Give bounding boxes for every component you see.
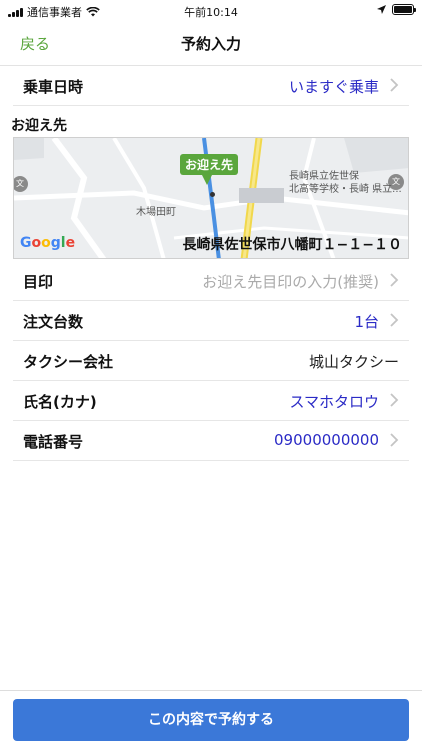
battery-fill — [394, 6, 412, 13]
chevron-right-icon — [390, 393, 399, 407]
reserve-button[interactable]: この内容で予約する — [13, 699, 409, 741]
phone-value: 09000000000 — [274, 431, 379, 449]
status-bar: 通信事業者 午前10:14 — [0, 0, 422, 22]
pickup-map[interactable]: 文 文 長崎県立佐世保 北高等学校・長崎 県立... 木場田町 お迎え先 Goo… — [13, 137, 409, 259]
name-kana-label: 氏名(カナ) — [23, 393, 97, 411]
bottom-bar: この内容で予約する — [0, 690, 422, 750]
pickup-pin: お迎え先 — [180, 154, 239, 185]
name-kana-row[interactable]: 氏名(カナ) スマホタロウ — [13, 381, 409, 421]
nav-bar: 戻る 予約入力 — [0, 22, 422, 66]
ride-time-row[interactable]: 乗車日時 いますぐ乗車 — [13, 66, 409, 106]
pickup-pin-dot — [210, 192, 215, 197]
phone-row[interactable]: 電話番号 09000000000 — [13, 421, 409, 461]
ride-time-value: いますぐ乗車 — [288, 78, 379, 96]
chevron-right-icon — [390, 433, 399, 447]
pickup-section-label: お迎え先 — [11, 118, 67, 134]
car-count-value: 1台 — [354, 313, 379, 331]
map-place-town: 木場田町 — [136, 207, 176, 218]
phone-label: 電話番号 — [23, 433, 84, 451]
chevron-right-icon — [390, 313, 399, 327]
pickup-address: 長崎県佐世保市八幡町１−１−１０ — [182, 237, 402, 253]
status-time: 午前10:14 — [184, 6, 238, 19]
chevron-right-icon — [390, 273, 399, 287]
landmark-placeholder: お迎え先目印の入力(推奨) — [202, 273, 379, 291]
landmark-row[interactable]: 目印 お迎え先目印の入力(推奨) — [13, 261, 409, 301]
car-count-row[interactable]: 注文台数 1台 — [13, 301, 409, 341]
name-kana-value: スマホタロウ — [289, 393, 379, 411]
taxi-company-label: タクシー会社 — [23, 353, 114, 371]
status-right — [377, 4, 416, 15]
taxi-company-value: 城山タクシー — [308, 353, 399, 371]
map-place-school-line1: 長崎県立佐世保 — [289, 171, 359, 182]
page-title: 予約入力 — [180, 35, 241, 53]
landmark-label: 目印 — [23, 273, 54, 291]
map-place-school-line2: 北高等学校・長崎 県立... — [289, 184, 402, 195]
chevron-right-icon — [390, 78, 399, 92]
map-place-school: 長崎県立佐世保 北高等学校・長崎 県立... — [289, 170, 402, 196]
location-arrow-icon — [377, 5, 386, 14]
taxi-company-row: タクシー会社 城山タクシー — [13, 341, 409, 381]
ride-time-label: 乗車日時 — [23, 78, 84, 96]
car-count-label: 注文台数 — [23, 313, 84, 331]
google-logo: Google — [20, 235, 76, 251]
battery-icon — [392, 4, 416, 15]
